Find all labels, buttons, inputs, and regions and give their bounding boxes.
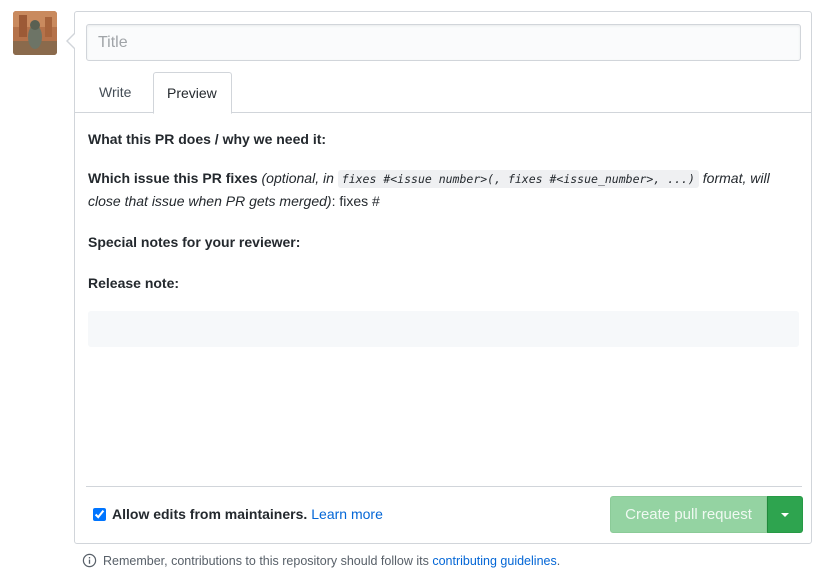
- tab-preview[interactable]: Preview: [153, 72, 232, 114]
- title-input[interactable]: [86, 24, 801, 61]
- allow-edits-checkbox[interactable]: [93, 507, 106, 521]
- preview-heading-notes: Special notes for your reviewer:: [88, 234, 301, 250]
- create-button-group: Create pull request: [610, 496, 803, 533]
- preview-heading-issue: Which issue this PR fixes: [88, 170, 258, 186]
- avatar[interactable]: [13, 11, 57, 55]
- learn-more-link[interactable]: Learn more: [311, 506, 383, 522]
- allow-edits-row: Allow edits from maintainers. Learn more: [93, 506, 383, 522]
- caret-inner: [68, 33, 76, 49]
- footer-divider: [86, 486, 802, 487]
- notice-text: Remember, contributions to this reposito…: [103, 553, 429, 568]
- info-icon: [82, 553, 97, 568]
- create-options-dropdown-button[interactable]: [767, 496, 803, 533]
- contributing-guidelines-link[interactable]: contributing guidelines: [432, 554, 556, 568]
- preview-issue-paragraph: Which issue this PR fixes (optional, in …: [88, 167, 800, 212]
- chevron-down-icon: [781, 512, 789, 517]
- user-avatar-icon: [13, 11, 57, 55]
- notice-period: .: [556, 553, 561, 568]
- release-note-code-block: [88, 311, 799, 347]
- tab-bar: Write Preview: [75, 72, 811, 114]
- preview-heading-release: Release note:: [88, 275, 180, 291]
- preview-issue-code: fixes #<issue number>(, fixes #<issue_nu…: [337, 170, 699, 188]
- pull-request-form: Write Preview What this PR does / why we…: [66, 11, 812, 544]
- preview-issue-tail: : fixes #: [331, 193, 380, 209]
- preview-heading-purpose: What this PR does / why we need it:: [88, 131, 327, 147]
- create-pull-request-button[interactable]: Create pull request: [610, 496, 767, 533]
- preview-issue-note-start: (optional, in: [261, 170, 334, 186]
- tab-write[interactable]: Write: [86, 72, 144, 113]
- contribution-notice: Remember, contributions to this reposito…: [82, 553, 560, 568]
- allow-edits-label[interactable]: Allow edits from maintainers.: [112, 506, 307, 522]
